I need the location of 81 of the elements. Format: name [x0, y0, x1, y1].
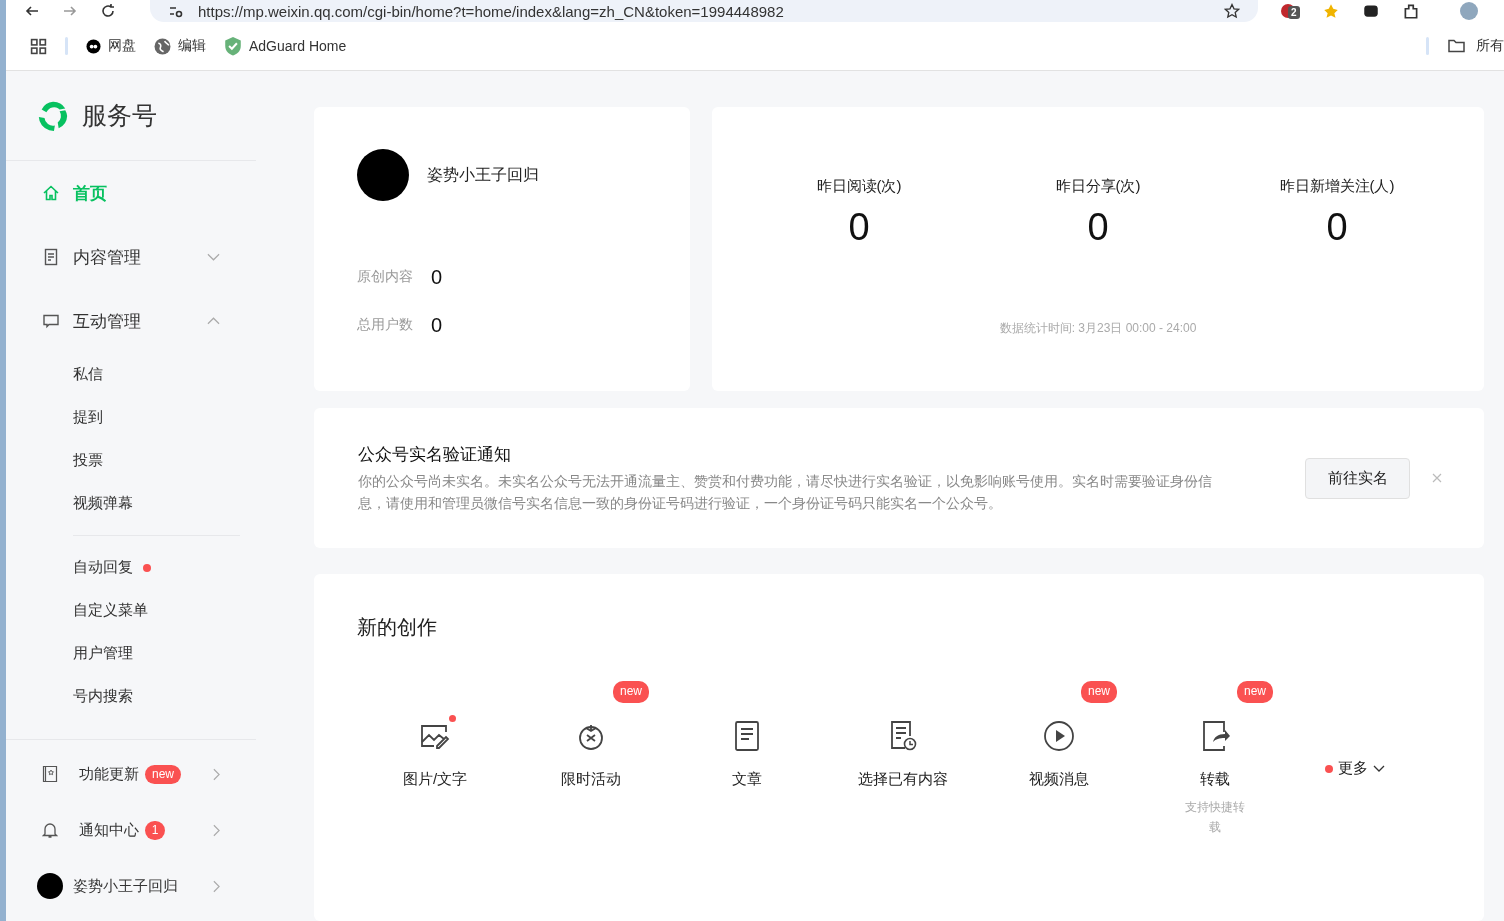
- more-button[interactable]: 更多: [1325, 759, 1385, 778]
- link-label: 功能更新: [79, 764, 139, 784]
- chevron-down-icon: [207, 253, 220, 261]
- submenu-item[interactable]: 私信: [6, 353, 256, 396]
- option-label: 选择已有内容: [858, 770, 948, 789]
- reload-icon[interactable]: [100, 3, 116, 19]
- logo-text: 服务号: [82, 100, 157, 131]
- sidebar-link[interactable]: 姿势小王子回归: [6, 858, 256, 914]
- stat-label: 昨日阅读(次): [816, 177, 902, 196]
- submenu-item[interactable]: 提到: [6, 396, 256, 439]
- stat-label: 总用户数: [357, 316, 413, 334]
- stat-value: 0: [848, 208, 870, 246]
- new-badge: new: [1081, 681, 1117, 703]
- link-label: 姿势小王子回归: [73, 876, 178, 896]
- chevron-right-icon: [213, 823, 220, 837]
- submenu-item[interactable]: 自定义菜单: [6, 589, 256, 632]
- extensions-icon[interactable]: [1402, 2, 1420, 20]
- notice-text: 你的公众号尚未实名。未实名公众号无法开通流量主、赞赏和付费功能，请尽快进行实名验证，以免影响账号使用。实名时需要验证身份信息，请使用和管理员微信号实名信息一致的身份证号码进行验证，一个身份证号码只能实名一个公众号。: [358, 471, 1213, 513]
- option-label: 图片/文字: [402, 770, 468, 789]
- stat-value: 0: [431, 313, 443, 337]
- create-option[interactable]: 选择已有内容: [825, 681, 981, 789]
- bookmarks-folder[interactable]: 所有: [1447, 37, 1504, 55]
- stat-label: 原创内容: [357, 268, 413, 286]
- chevron-up-icon: [207, 317, 220, 325]
- folder-icon: [1447, 38, 1466, 54]
- create-option[interactable]: new 限时活动: [513, 681, 669, 789]
- section-title: 新的创作: [357, 616, 437, 638]
- account-name: 姿势小王子回归: [427, 164, 539, 185]
- address-bar[interactable]: https://mp.weixin.qq.com/cgi-bin/home?t=home/index&lang=zh_CN&token=1994448982: [150, 0, 1258, 22]
- home-icon: [42, 184, 60, 202]
- link-label: 通知中心: [79, 820, 139, 840]
- bell-icon: [42, 821, 58, 839]
- book-icon: [42, 765, 58, 783]
- option-label: 转载: [1200, 770, 1230, 789]
- avatar: [357, 149, 409, 201]
- option-subtitle: 支持快捷转载: [1184, 799, 1246, 836]
- bookmark[interactable]: 网盘: [86, 37, 136, 55]
- globe-icon: [154, 37, 171, 55]
- star-icon[interactable]: [1224, 3, 1240, 19]
- stat-label: 昨日分享(次): [1055, 177, 1141, 196]
- option-label: 限时活动: [561, 770, 621, 789]
- stats-time-note: 数据统计时间: 3月23日 00:00 - 24:00: [999, 320, 1197, 337]
- menu-item[interactable]: 互动管理: [6, 289, 256, 353]
- extension-icon[interactable]: [1362, 2, 1380, 20]
- submenu-item[interactable]: 视频弹幕: [6, 482, 256, 525]
- new-badge: new: [1237, 681, 1273, 703]
- notice-title: 公众号实名验证通知: [358, 443, 512, 466]
- play-icon: [1043, 720, 1075, 752]
- submenu-item[interactable]: 投票: [6, 439, 256, 482]
- chevron-right-icon: [213, 879, 220, 893]
- option-label: 视频消息: [1029, 770, 1089, 789]
- document-icon: [42, 248, 60, 266]
- sidebar-link[interactable]: 功能更新 new: [6, 746, 256, 802]
- chevron-down-icon: [1373, 764, 1385, 773]
- badge: new: [145, 764, 181, 784]
- submenu-item[interactable]: 自动回复: [6, 546, 256, 589]
- verify-button[interactable]: 前往实名: [1305, 457, 1410, 499]
- new-badge: new: [613, 681, 649, 703]
- stat-label: 昨日新增关注(人): [1279, 177, 1395, 196]
- submenu-item[interactable]: 用户管理: [6, 632, 256, 675]
- option-label: 文章: [732, 770, 762, 789]
- submenu-item[interactable]: 号内搜索: [6, 675, 256, 718]
- create-option[interactable]: 文章: [669, 681, 825, 789]
- bookmark[interactable]: 编辑: [154, 37, 206, 55]
- avatar: [37, 873, 63, 899]
- chevron-right-icon: [213, 767, 220, 781]
- bookmark-icon: [86, 38, 101, 54]
- menu-item[interactable]: 内容管理: [6, 225, 256, 289]
- sidebar-link[interactable]: 通知中心 1: [6, 802, 256, 858]
- chat-icon: [42, 312, 60, 330]
- stat-value: 0: [1326, 208, 1348, 246]
- create-option[interactable]: 图片/文字: [357, 681, 513, 789]
- badge: 1: [145, 820, 165, 840]
- apps-grid-icon[interactable]: [30, 37, 47, 55]
- create-option[interactable]: new 转载 支持快捷转载: [1137, 681, 1293, 837]
- extension-badge: 2: [1288, 6, 1300, 19]
- bookmark[interactable]: AdGuard Home: [224, 36, 347, 56]
- stat-value: 0: [1087, 208, 1109, 246]
- shield-icon: [224, 36, 242, 56]
- create-option[interactable]: new 视频消息: [981, 681, 1137, 789]
- stat-value: 0: [431, 265, 443, 289]
